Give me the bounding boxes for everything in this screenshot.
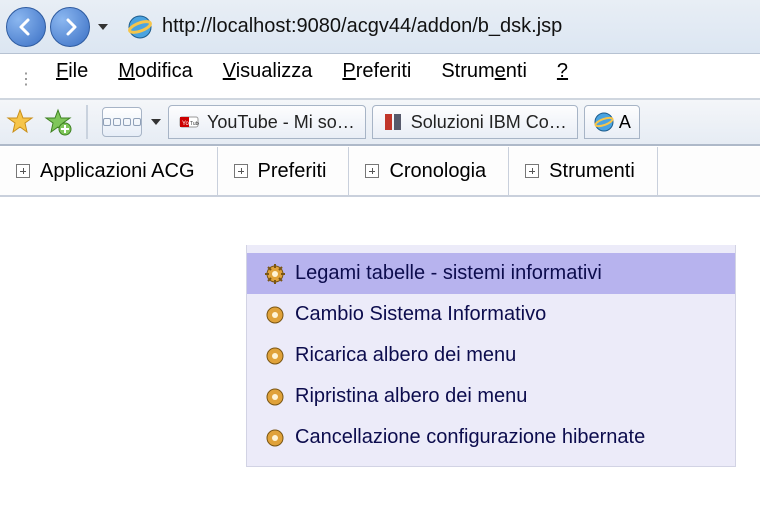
gear-icon xyxy=(265,305,285,325)
expand-icon xyxy=(365,164,379,178)
tab-youtube[interactable]: YouTube YouTube - Mi so… xyxy=(168,105,366,139)
app-tab-preferiti[interactable]: Preferiti xyxy=(218,147,350,195)
svg-text:Tube: Tube xyxy=(190,121,199,127)
dropdown-item-cancellazione-label: Cancellazione configurazione hibernate xyxy=(295,426,645,449)
dropdown-item-ripristina[interactable]: Ripristina albero dei menu xyxy=(247,376,735,417)
tab-current-label: A xyxy=(619,112,631,133)
browser-menubar: ⋮ File Modifica Visualizza Preferiti Str… xyxy=(0,54,760,100)
dropdown-item-cambio[interactable]: Cambio Sistema Informativo xyxy=(247,294,735,335)
dropdown-item-cancellazione[interactable]: Cancellazione configurazione hibernate xyxy=(247,417,735,458)
preferiti-dropdown: Legami tabelle - sistemi informativi Cam… xyxy=(246,245,736,467)
add-favorite-icon[interactable] xyxy=(44,108,72,136)
tab-ibm-label: Soluzioni IBM Co… xyxy=(411,112,567,133)
expand-icon xyxy=(16,164,30,178)
app-tab-preferiti-label: Preferiti xyxy=(258,160,327,183)
app-tab-strip: Applicazioni ACG Preferiti Cronologia St… xyxy=(0,147,760,197)
app-content: Applicazioni ACG Preferiti Cronologia St… xyxy=(0,146,760,197)
browser-tabbar: YouTube YouTube - Mi so… Soluzioni IBM C… xyxy=(0,100,760,146)
ie-icon-small xyxy=(593,111,615,133)
forward-button[interactable] xyxy=(50,7,90,47)
dropdown-item-legami-label: Legami tabelle - sistemi informativi xyxy=(295,262,602,285)
expand-icon xyxy=(234,164,248,178)
menu-file[interactable]: File xyxy=(56,60,88,83)
menu-visualizza[interactable]: Visualizza xyxy=(223,60,313,83)
gear-icon xyxy=(265,346,285,366)
toolbar-separator xyxy=(86,105,88,139)
tab-youtube-label: YouTube - Mi so… xyxy=(207,112,355,133)
gear-icon xyxy=(265,387,285,407)
tab-current[interactable]: A xyxy=(584,105,640,139)
nav-history-dropdown[interactable] xyxy=(96,20,110,34)
menu-modifica[interactable]: Modifica xyxy=(118,60,192,83)
dropdown-item-ricarica-label: Ricarica albero dei menu xyxy=(295,344,516,367)
menubar-grip-icon: ⋮ xyxy=(18,69,36,89)
expand-icon xyxy=(525,164,539,178)
tab-ibm[interactable]: Soluzioni IBM Co… xyxy=(372,105,578,139)
quick-tabs-button[interactable] xyxy=(102,107,142,137)
gear-icon xyxy=(265,428,285,448)
dropdown-item-legami[interactable]: Legami tabelle - sistemi informativi xyxy=(247,253,735,294)
back-button[interactable] xyxy=(6,7,46,47)
browser-navbar: http://localhost:9080/acgv44/addon/b_dsk… xyxy=(0,0,760,54)
youtube-icon: YouTube xyxy=(179,112,199,132)
ibm-favicon xyxy=(383,112,403,132)
app-tab-strumenti[interactable]: Strumenti xyxy=(509,147,658,195)
favorites-star-icon[interactable] xyxy=(6,108,34,136)
address-bar[interactable]: http://localhost:9080/acgv44/addon/b_dsk… xyxy=(126,13,754,41)
dropdown-item-cambio-label: Cambio Sistema Informativo xyxy=(295,303,546,326)
url-text: http://localhost:9080/acgv44/addon/b_dsk… xyxy=(162,15,562,38)
app-tab-applicazioni-label: Applicazioni ACG xyxy=(40,160,195,183)
app-tab-applicazioni[interactable]: Applicazioni ACG xyxy=(0,147,218,195)
menu-help[interactable]: ? xyxy=(557,60,568,83)
dropdown-item-ripristina-label: Ripristina albero dei menu xyxy=(295,385,527,408)
quick-tabs-caret-icon[interactable] xyxy=(150,116,162,128)
menu-strumenti[interactable]: Strumenti xyxy=(441,60,527,83)
dropdown-item-ricarica[interactable]: Ricarica albero dei menu xyxy=(247,335,735,376)
gear-icon xyxy=(265,264,285,284)
app-tab-cronologia-label: Cronologia xyxy=(389,160,486,183)
menu-preferiti[interactable]: Preferiti xyxy=(342,60,411,83)
app-tab-cronologia[interactable]: Cronologia xyxy=(349,147,509,195)
ie-icon xyxy=(126,13,154,41)
app-tab-strumenti-label: Strumenti xyxy=(549,160,635,183)
